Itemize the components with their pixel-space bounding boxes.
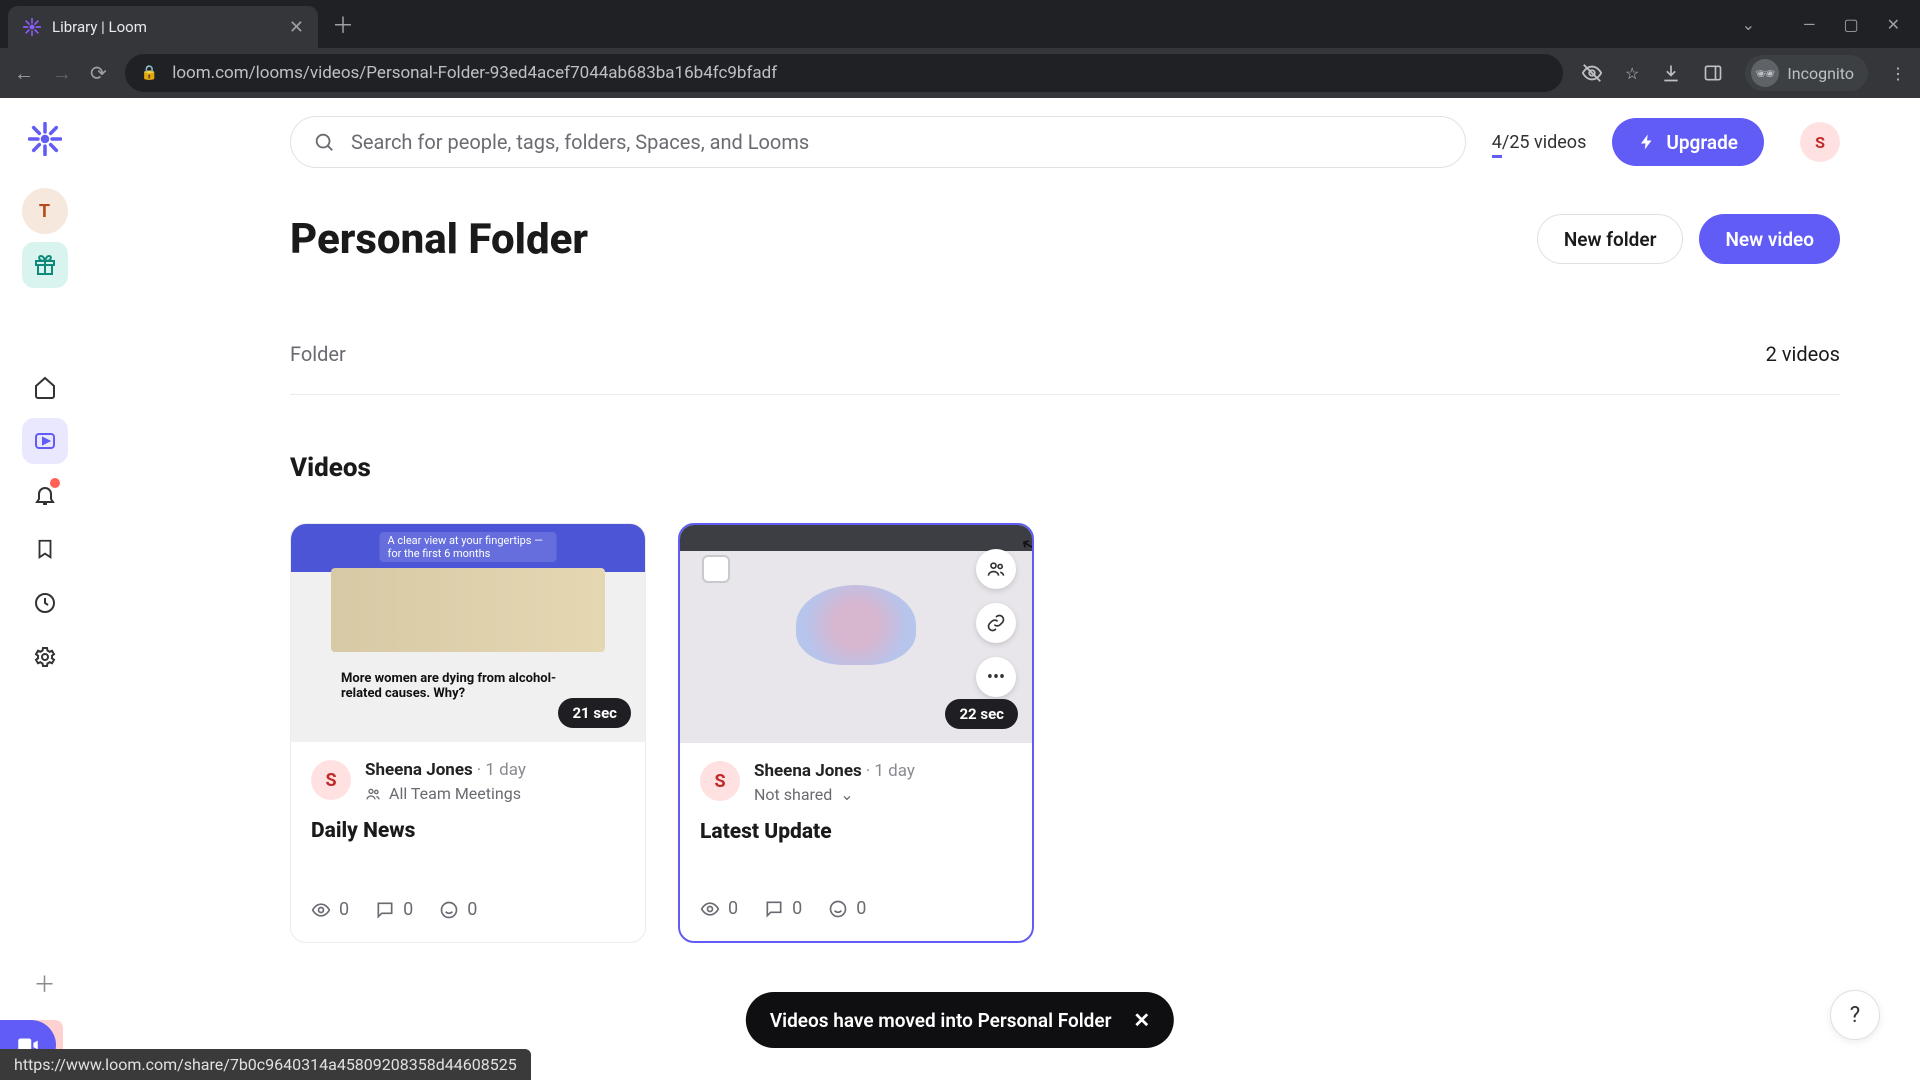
toast-close-icon[interactable]: ✕ <box>1133 1008 1150 1032</box>
duration-badge: 22 sec <box>945 699 1018 729</box>
lock-icon: 🔒 <box>141 65 158 81</box>
search-icon <box>313 131 335 153</box>
tab-bar: Library | Loom ✕ ＋ ⌄ ― ▢ ✕ <box>0 0 1920 48</box>
video-stats: 0 0 0 <box>700 898 1012 919</box>
author-name: Sheena Jones <box>754 761 862 781</box>
window-controls: ⌄ ― ▢ ✕ <box>1742 15 1912 34</box>
tab-title: Library | Loom <box>52 18 279 36</box>
status-bar-url: https://www.loom.com/share/7b0c9640314a4… <box>0 1049 531 1080</box>
sidebar: T ＋ A <box>0 98 90 1080</box>
tab-close-icon[interactable]: ✕ <box>289 17 304 38</box>
video-title: Latest Update <box>700 820 1012 844</box>
folder-label: Folder <box>290 342 346 366</box>
url-field[interactable]: 🔒 loom.com/looms/videos/Personal-Folder-… <box>125 54 1563 92</box>
video-title: Daily News <box>311 819 625 843</box>
videos-section-title: Videos <box>290 453 1840 483</box>
help-button[interactable]: ? <box>1830 990 1880 1040</box>
downloads-icon[interactable] <box>1661 63 1681 83</box>
thumb-banner: A clear view at your fingertips — for th… <box>380 532 557 562</box>
thumb-image <box>796 585 916 665</box>
toast: Videos have moved into Personal Folder ✕ <box>746 992 1174 1048</box>
video-card[interactable]: ••• 22 sec ↖ S Sheena Jones · 1 day Not … <box>678 523 1034 943</box>
loom-logo-icon[interactable] <box>22 116 68 162</box>
side-panel-icon[interactable] <box>1703 63 1723 83</box>
emoji-icon <box>439 900 459 920</box>
video-card[interactable]: A clear view at your fingertips — for th… <box>290 523 646 943</box>
address-bar: ← → ⟳ 🔒 loom.com/looms/videos/Personal-F… <box>0 48 1920 98</box>
cursor-icon: ↖ <box>1018 531 1034 559</box>
video-thumbnail[interactable]: A clear view at your fingertips — for th… <box>291 524 645 742</box>
url-text: loom.com/looms/videos/Personal-Folder-93… <box>172 63 777 83</box>
select-checkbox[interactable] <box>702 555 730 583</box>
tab-search-icon[interactable]: ⌄ <box>1742 15 1755 34</box>
history-icon[interactable] <box>22 580 68 626</box>
search-input[interactable]: Search for people, tags, folders, Spaces… <box>290 116 1466 168</box>
duration-badge: 21 sec <box>558 698 631 728</box>
home-icon[interactable] <box>22 364 68 410</box>
bookmarks-icon[interactable] <box>22 526 68 572</box>
thumb-image <box>331 568 605 652</box>
page-title: Personal Folder <box>290 215 588 264</box>
back-button[interactable]: ← <box>14 61 34 86</box>
eye-icon <box>311 900 331 920</box>
chevron-down-icon: ⌄ <box>840 785 853 804</box>
bookmark-star-icon[interactable]: ☆ <box>1625 64 1639 83</box>
browser-menu-icon[interactable]: ⋮ <box>1890 64 1906 83</box>
notification-dot <box>50 478 60 488</box>
library-icon[interactable] <box>22 418 68 464</box>
share-status[interactable]: Not shared ⌄ <box>754 785 915 804</box>
author-avatar: S <box>311 760 351 800</box>
comment-icon <box>375 900 395 920</box>
author-avatar: S <box>700 761 740 801</box>
main-content: Search for people, tags, folders, Spaces… <box>90 98 1920 1080</box>
bolt-icon <box>1638 133 1656 151</box>
author-name: Sheena Jones <box>365 760 473 780</box>
loom-favicon <box>22 17 42 37</box>
new-video-button[interactable]: New video <box>1699 214 1840 264</box>
forward-button[interactable]: → <box>52 61 72 86</box>
browser-chrome: Library | Loom ✕ ＋ ⌄ ― ▢ ✕ ← → ⟳ 🔒 loom.… <box>0 0 1920 98</box>
thumb-caption: More women are dying from alcohol-relate… <box>341 671 585 702</box>
video-age: 1 day <box>485 760 526 780</box>
eye-icon <box>700 899 720 919</box>
page-header: Personal Folder New folder New video <box>290 214 1840 264</box>
search-placeholder: Search for people, tags, folders, Spaces… <box>351 130 809 154</box>
gift-icon[interactable] <box>22 242 68 288</box>
settings-icon[interactable] <box>22 634 68 680</box>
upgrade-button[interactable]: Upgrade <box>1612 118 1764 166</box>
more-actions-icon[interactable]: ••• <box>976 657 1016 697</box>
people-icon <box>365 786 381 802</box>
folder-meta-row: Folder 2 videos <box>290 342 1840 395</box>
maximize-icon[interactable]: ▢ <box>1843 15 1858 34</box>
toast-message: Videos have moved into Personal Folder <box>770 1009 1112 1032</box>
workspace-badge[interactable]: T <box>22 188 68 234</box>
video-thumbnail[interactable]: ••• 22 sec ↖ <box>680 525 1032 743</box>
share-status[interactable]: All Team Meetings <box>365 784 526 803</box>
incognito-icon: 🕶 <box>1751 59 1779 87</box>
video-count[interactable]: 4/25 videos <box>1492 132 1587 153</box>
browser-tab[interactable]: Library | Loom ✕ <box>8 6 318 48</box>
copy-link-icon[interactable] <box>976 603 1016 643</box>
eye-off-icon[interactable] <box>1581 62 1603 84</box>
incognito-chip[interactable]: 🕶 Incognito <box>1745 55 1868 91</box>
new-tab-button[interactable]: ＋ <box>332 8 354 40</box>
emoji-icon <box>828 899 848 919</box>
user-avatar[interactable]: S <box>1800 122 1840 162</box>
video-age: 1 day <box>874 761 915 781</box>
notifications-icon[interactable] <box>22 472 68 518</box>
video-stats: 0 0 0 <box>311 899 625 920</box>
comment-icon <box>764 899 784 919</box>
video-grid: A clear view at your fingertips — for th… <box>290 523 1840 943</box>
reload-button[interactable]: ⟳ <box>90 61 107 85</box>
minimize-icon[interactable]: ― <box>1803 15 1816 34</box>
new-folder-button[interactable]: New folder <box>1537 214 1684 264</box>
share-people-icon[interactable] <box>976 549 1016 589</box>
header-row: Search for people, tags, folders, Spaces… <box>290 116 1840 168</box>
app-root: T ＋ A <box>0 98 1920 1080</box>
incognito-label: Incognito <box>1787 64 1854 83</box>
window-close-icon[interactable]: ✕ <box>1887 15 1900 34</box>
folder-video-count: 2 videos <box>1766 342 1840 366</box>
add-button[interactable]: ＋ <box>22 960 68 1006</box>
